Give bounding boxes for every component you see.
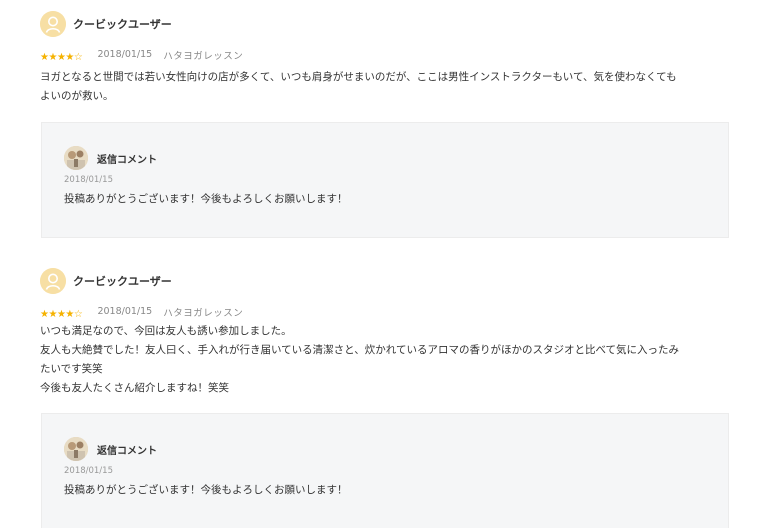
reply-text: 投稿ありがとうございます！今後もよろしくお願いします！ bbox=[64, 193, 348, 205]
review-item: クービックユーザー ★★★★☆ 2018/01/15 ハタヨガレッスン ヨガとな… bbox=[0, 8, 768, 238]
review-header: クービックユーザー bbox=[0, 265, 768, 295]
reply-date: 2018/01/15 bbox=[64, 175, 113, 185]
review-date: 2018/01/15 bbox=[97, 49, 153, 60]
lesson-name[interactable]: ハタヨガレッスン bbox=[163, 51, 243, 62]
review-text-line: いつも満足なので、今回は友人も誘い参加しました。 bbox=[40, 325, 292, 337]
review-header: クービックユーザー bbox=[0, 8, 768, 38]
star-icon: ★ bbox=[48, 52, 57, 63]
reply-box: 返信コメント 2018/01/15 投稿ありがとうございます！今後もよろしくお願… bbox=[41, 122, 729, 238]
username[interactable]: クービックユーザー bbox=[73, 16, 172, 32]
reply-box: 返信コメント 2018/01/15 投稿ありがとうございます！今後もよろしくお願… bbox=[41, 413, 729, 528]
star-empty-icon: ☆ bbox=[73, 52, 83, 63]
review-text-line: たいです笑笑 bbox=[40, 363, 103, 375]
review-meta: ★★★★☆ 2018/01/15 ハタヨガレッスン bbox=[40, 301, 243, 320]
user-icon bbox=[40, 11, 66, 37]
star-empty-icon: ☆ bbox=[73, 309, 83, 320]
studio-avatar-icon bbox=[64, 437, 88, 461]
star-rating: ★★★★☆ bbox=[40, 302, 83, 321]
review-list: クービックユーザー ★★★★☆ 2018/01/15 ハタヨガレッスン ヨガとな… bbox=[0, 0, 768, 528]
review-text-line: 今後も友人たくさん紹介しますね！笑笑 bbox=[40, 382, 229, 394]
username[interactable]: クービックユーザー bbox=[73, 273, 172, 289]
star-rating: ★★★★☆ bbox=[40, 45, 83, 64]
reply-title: 返信コメント bbox=[97, 446, 157, 457]
review-text-line: ヨガとなると世間では若い女性向けの店が多くて、いつも肩身がせまいのだが、ここは男… bbox=[40, 71, 677, 83]
star-icon: ★ bbox=[48, 309, 57, 320]
review-text-line: 友人も大絶賛でした！友人曰く、手入れが行き届いている清潔さと、炊かれているアロマ… bbox=[40, 344, 680, 356]
reply-date: 2018/01/15 bbox=[64, 466, 113, 476]
review-date: 2018/01/15 bbox=[97, 306, 153, 317]
review-text: ヨガとなると世間では若い女性向けの店が多くて、いつも肩身がせまいのだが、ここは男… bbox=[40, 68, 730, 106]
reply-title: 返信コメント bbox=[97, 155, 157, 166]
reply-text: 投稿ありがとうございます！今後もよろしくお願いします！ bbox=[64, 484, 348, 496]
review-text-line: よいのが救い。 bbox=[40, 90, 114, 102]
review-meta: ★★★★☆ 2018/01/15 ハタヨガレッスン bbox=[40, 44, 243, 63]
lesson-name[interactable]: ハタヨガレッスン bbox=[163, 308, 243, 319]
review-text: いつも満足なので、今回は友人も誘い参加しました。 友人も大絶賛でした！友人曰く、… bbox=[40, 322, 730, 398]
star-icon: ★ bbox=[65, 52, 74, 63]
studio-avatar-icon bbox=[64, 146, 88, 170]
star-icon: ★ bbox=[65, 309, 74, 320]
review-item: クービックユーザー ★★★★☆ 2018/01/15 ハタヨガレッスン いつも満… bbox=[0, 265, 768, 528]
user-icon bbox=[40, 268, 66, 294]
